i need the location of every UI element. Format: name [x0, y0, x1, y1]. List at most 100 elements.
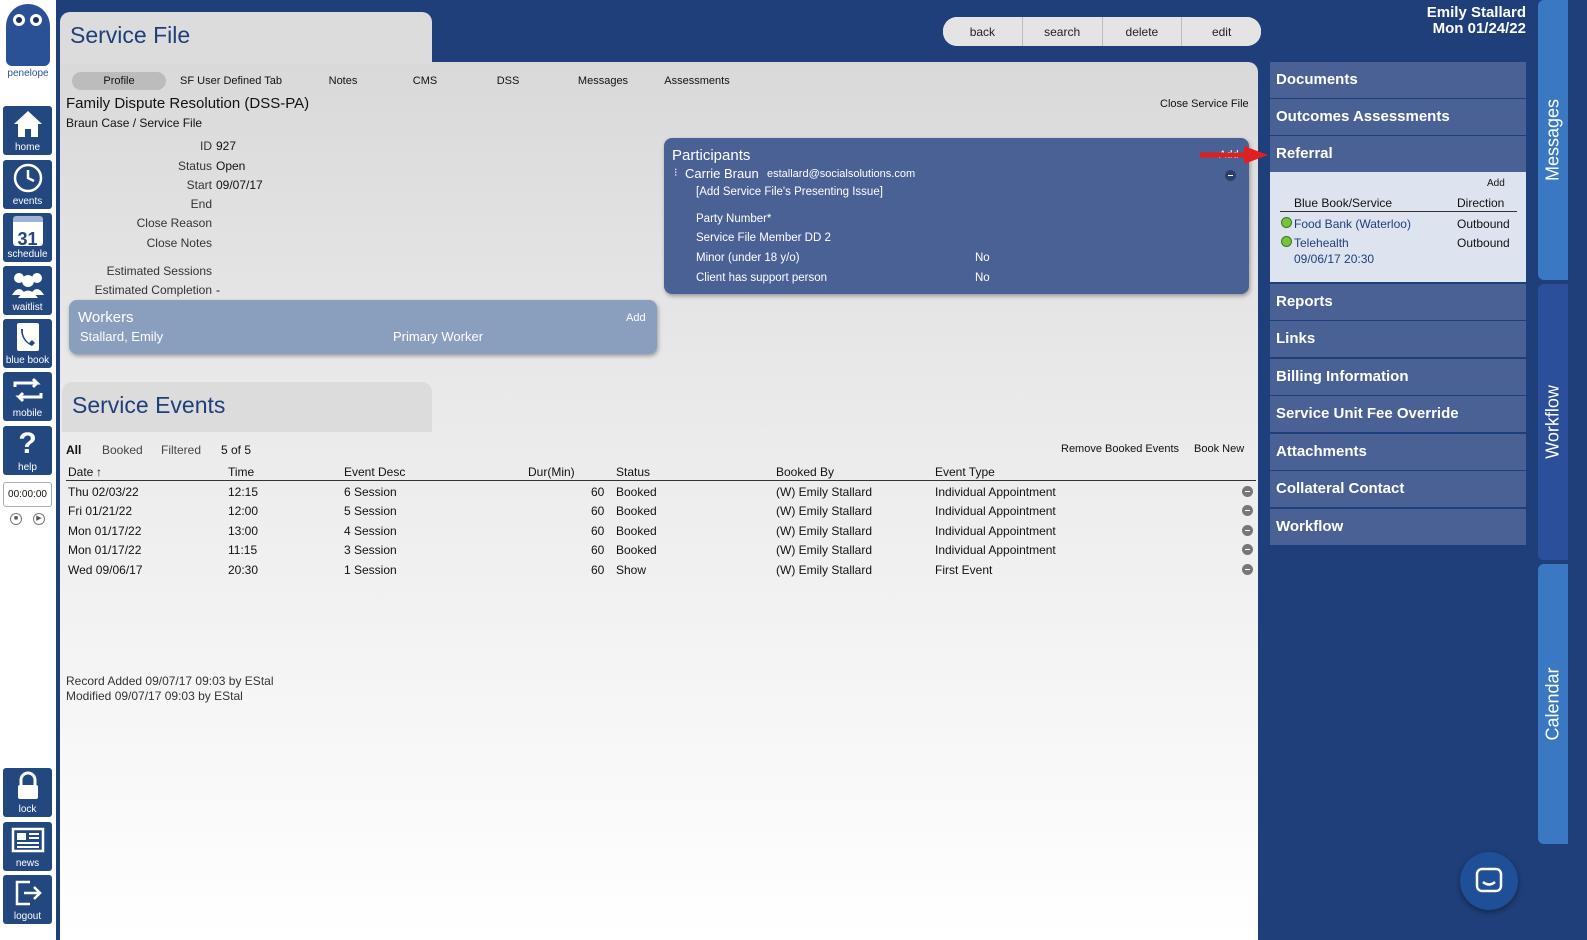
participant-email[interactable]: estallard@socialsolutions.com	[767, 168, 915, 180]
cell-booked-by: (W) Emily Stallard	[776, 524, 873, 538]
tab-sf-user-defined[interactable]: SF User Defined Tab	[176, 72, 286, 90]
remove-event-icon[interactable]	[1242, 505, 1253, 516]
lock-icon	[3, 768, 52, 804]
nav-lock-button[interactable]: lock	[3, 768, 52, 817]
service-file-title-tab: Service File	[60, 12, 432, 64]
status-value: Open	[216, 159, 246, 173]
tab-cms[interactable]: CMS	[405, 72, 445, 90]
referral-add-link[interactable]: Add	[1487, 178, 1505, 189]
remove-event-icon[interactable]	[1242, 544, 1253, 555]
cell-booked-by: (W) Emily Stallard	[776, 504, 873, 518]
referral-detail: Add Blue Book/Service Direction Food Ban…	[1270, 172, 1526, 282]
cell-date[interactable]: Fri 01/21/22	[68, 504, 132, 518]
presenting-issue-link[interactable]: [Add Service File's Presenting Issue]	[696, 186, 883, 198]
worker-name[interactable]: Stallard, Emily	[80, 329, 163, 344]
col-event-desc[interactable]: Event Desc	[344, 465, 405, 479]
referral-service-link[interactable]: Food Bank (Waterloo)	[1294, 217, 1411, 231]
delete-button[interactable]: delete	[1102, 17, 1183, 46]
sort-arrow-icon[interactable]: ↑	[96, 465, 102, 479]
table-row[interactable]: Mon 01/17/22 13:00 4 Session 60 Booked (…	[66, 524, 1256, 543]
nav-schedule-button[interactable]: 31 schedule	[3, 213, 52, 262]
event-count: 5 of 5	[221, 443, 252, 457]
remove-booked-events-link[interactable]: Remove Booked Events	[1061, 443, 1179, 455]
tab-messages[interactable]: Messages	[572, 72, 634, 90]
panel-service-unit-fee-override[interactable]: Service Unit Fee Override	[1270, 396, 1526, 432]
timer-play-icon[interactable]: ▶	[33, 513, 45, 525]
panel-attachments[interactable]: Attachments	[1270, 434, 1526, 470]
filter-filtered[interactable]: Filtered	[161, 443, 201, 457]
side-tab-label: Calendar	[1542, 667, 1563, 741]
side-tab-workflow[interactable]: Workflow	[1538, 284, 1568, 560]
nav-mobile-button[interactable]: mobile	[3, 372, 52, 421]
newspaper-icon	[3, 822, 52, 858]
cell-date[interactable]: Thu 02/03/22	[68, 485, 139, 499]
tab-notes[interactable]: Notes	[318, 72, 368, 90]
remove-event-icon[interactable]	[1242, 486, 1253, 497]
back-button[interactable]: back	[943, 17, 1023, 46]
referral-date-link[interactable]: 09/06/17 20:30	[1294, 252, 1374, 266]
side-tab-messages[interactable]: Messages	[1538, 0, 1568, 280]
col-date[interactable]: Date	[68, 465, 93, 479]
nav-bluebook-button[interactable]: blue book	[3, 319, 52, 368]
col-duration[interactable]: Dur(Min)	[528, 465, 575, 479]
nav-logout-button[interactable]: logout	[3, 875, 52, 924]
col-time[interactable]: Time	[228, 465, 254, 479]
chat-button[interactable]	[1460, 852, 1518, 910]
party-number-label: Party Number*	[696, 213, 772, 225]
panel-documents[interactable]: Documents	[1270, 62, 1526, 98]
table-row[interactable]: Wed 09/06/17 20:30 1 Session 60 Show (W)…	[66, 563, 1256, 582]
table-row[interactable]: Thu 02/03/22 12:15 6 Session 60 Booked (…	[66, 485, 1256, 504]
referral-service-link[interactable]: Telehealth	[1294, 236, 1349, 250]
participants-title: Participants	[672, 147, 751, 164]
remove-event-icon[interactable]	[1242, 564, 1253, 575]
logout-icon	[3, 875, 52, 911]
table-row[interactable]: Fri 01/21/22 12:00 5 Session 60 Booked (…	[66, 504, 1256, 523]
tab-assessments[interactable]: Assessments	[660, 72, 734, 90]
cell-type: Individual Appointment	[935, 524, 1056, 538]
timer-display[interactable]: 00:00:00	[3, 482, 52, 507]
remove-event-icon[interactable]	[1242, 525, 1253, 536]
panel-outcomes-assessments[interactable]: Outcomes Assessments	[1270, 99, 1526, 135]
nav-events-button[interactable]: events	[3, 160, 52, 209]
nav-news-button[interactable]: news	[3, 822, 52, 871]
cell-date[interactable]: Mon 01/17/22	[68, 524, 141, 538]
book-new-link[interactable]: Book New	[1194, 443, 1244, 455]
side-tab-calendar[interactable]: Calendar	[1538, 564, 1568, 844]
cell-date[interactable]: Mon 01/17/22	[68, 543, 141, 557]
remove-participant-icon[interactable]	[1225, 170, 1236, 181]
col-status[interactable]: Status	[616, 465, 650, 479]
nav-help-button[interactable]: ? help	[3, 426, 52, 475]
edit-button[interactable]: edit	[1182, 17, 1261, 46]
panel-collateral-contact[interactable]: Collateral Contact	[1270, 471, 1526, 507]
tab-dss[interactable]: DSS	[490, 72, 526, 90]
panel-referral[interactable]: Referral	[1270, 136, 1526, 172]
panel-billing-information[interactable]: Billing Information	[1270, 359, 1526, 395]
nav-waitlist-button[interactable]: waitlist	[3, 266, 52, 315]
participant-name[interactable]: Carrie Braun	[685, 166, 759, 181]
member-label: Service File Member DD 2	[696, 232, 831, 244]
panel-links[interactable]: Links	[1270, 321, 1526, 357]
col-event-type[interactable]: Event Type	[935, 465, 995, 479]
panel-workflow[interactable]: Workflow	[1270, 509, 1526, 545]
tab-profile[interactable]: Profile	[72, 72, 166, 90]
penelope-logo[interactable]: penelope	[2, 4, 54, 82]
workers-add-link[interactable]: Add	[626, 312, 646, 324]
filter-booked[interactable]: Booked	[102, 443, 143, 457]
panel-reports[interactable]: Reports	[1270, 284, 1526, 320]
timer-stop-icon[interactable]: ■	[10, 513, 22, 525]
search-button[interactable]: search	[1022, 17, 1103, 46]
table-row[interactable]: Mon 01/17/22 11:15 3 Session 60 Booked (…	[66, 543, 1256, 562]
close-notes-label: Close Notes	[146, 236, 212, 250]
nav-label: news	[15, 858, 40, 869]
filter-all[interactable]: All	[66, 443, 81, 457]
nav-label: lock	[18, 804, 37, 815]
service-file-breadcrumb[interactable]: Braun Case / Service File	[66, 116, 202, 130]
logo-text: penelope	[7, 68, 49, 79]
support-person-value: No	[975, 272, 990, 284]
close-service-file-link[interactable]: Close Service File	[1160, 98, 1249, 110]
person-icon: ⁝	[674, 167, 678, 179]
nav-home-button[interactable]: home	[3, 106, 52, 155]
cell-date[interactable]: Wed 09/06/17	[68, 563, 143, 577]
user-info: Emily Stallard Mon 01/24/22	[1427, 5, 1526, 37]
col-booked-by[interactable]: Booked By	[776, 465, 834, 479]
